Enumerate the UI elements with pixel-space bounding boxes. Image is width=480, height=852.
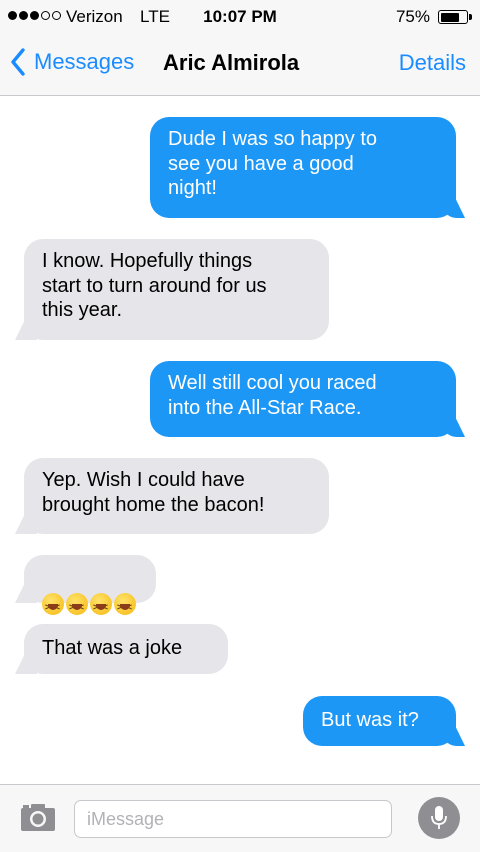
battery-icon (438, 10, 472, 24)
conversation-title: Aric Almirola (163, 50, 300, 75)
message-bubble-received-emoji[interactable] (24, 555, 156, 620)
message-input[interactable] (74, 800, 392, 838)
message-bubble-received[interactable]: That was a joke (24, 624, 228, 674)
status-bar: Verizon LTE 10:07 PM 75% (0, 0, 480, 34)
laughing-face-icon (42, 593, 64, 620)
laughing-face-icon (90, 593, 112, 620)
camera-button[interactable] (20, 802, 56, 837)
camera-icon (21, 804, 55, 831)
message-bubble-sent[interactable]: Dude I was so happy to see you have a go… (150, 117, 456, 218)
compose-bar (0, 784, 480, 852)
message-bubble-sent[interactable]: But was it? (303, 696, 456, 746)
battery-fill (440, 12, 460, 22)
chevron-left-icon (11, 48, 25, 76)
back-button-label: Messages (34, 49, 135, 74)
nav-bar: Messages Aric Almirola Details (0, 34, 480, 96)
battery-percent: 75% (395, 7, 430, 26)
details-button[interactable]: Details (399, 50, 466, 76)
message-bubble-received[interactable]: Yep. Wish I could have brought home the … (24, 458, 329, 534)
laughing-face-icon (114, 593, 136, 620)
laughing-face-icon (66, 593, 88, 620)
microphone-icon (431, 806, 447, 829)
back-button[interactable]: Messages (10, 48, 134, 76)
message-bubble-sent[interactable]: Well still cool you raced into the All-S… (150, 361, 456, 437)
message-bubble-received[interactable]: I know. Hopefully things start to turn a… (24, 239, 329, 340)
microphone-button[interactable] (418, 797, 460, 839)
message-thread: Dude I was so happy to see you have a go… (0, 96, 480, 784)
